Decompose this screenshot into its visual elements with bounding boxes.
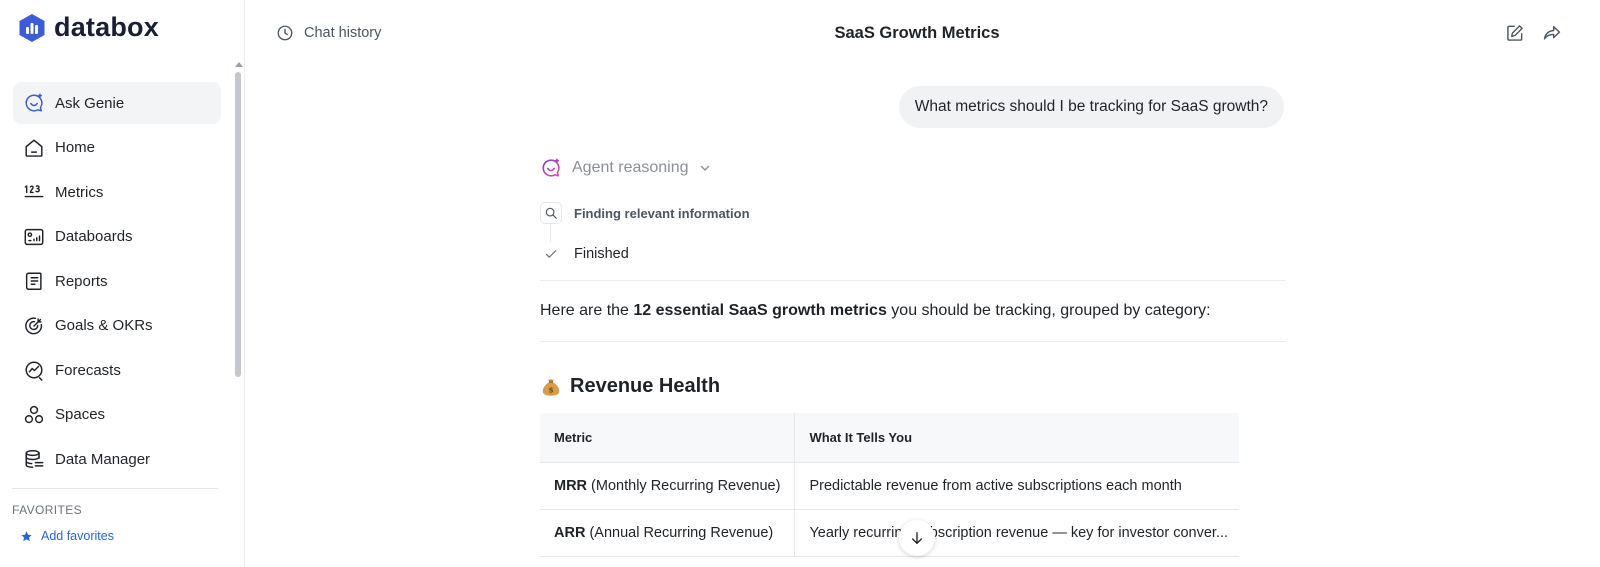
answer-intro: Here are the 12 essential SaaS growth me…	[540, 302, 1211, 320]
intro-bold: 12 essential SaaS growth metrics	[633, 302, 887, 319]
edit-icon	[1507, 25, 1523, 41]
new-chat-button[interactable]	[1505, 23, 1525, 43]
genie-gradient-icon	[542, 158, 560, 177]
table-row: MRR (Monthly Recurring Revenue) Predicta…	[540, 462, 1239, 510]
sidebar-item-label: Metrics	[55, 183, 104, 201]
sidebar-scrollbar[interactable]	[233, 62, 243, 567]
metrics-table: Metric What It Tells You MRR (Monthly Re…	[540, 413, 1239, 557]
reasoning-step-label: Finished	[574, 246, 629, 262]
sidebar-item-label: Spaces	[55, 406, 106, 423]
table-row: ARR (Annual Recurring Revenue) Yearly re…	[540, 509, 1239, 557]
check-icon	[540, 243, 562, 265]
metric-fullname: (Monthly Recurring Revenue)	[587, 477, 781, 494]
reasoning-step-connector	[550, 224, 551, 242]
svg-text:$: $	[548, 385, 553, 394]
sidebar-item-label: Forecasts	[55, 361, 121, 379]
chat-history-label: Chat history	[304, 25, 382, 41]
databox-logo[interactable]: databox	[18, 12, 159, 43]
sidebar-item-data-manager[interactable]: Data Manager	[13, 438, 221, 480]
sidebar-item-ask-genie[interactable]: Ask Genie	[13, 82, 221, 124]
scroll-up-arrow-icon[interactable]	[235, 62, 243, 67]
agent-reasoning-toggle[interactable]: Agent reasoning	[540, 157, 711, 179]
intro-text: you should be tracking, grouped by categ…	[886, 302, 1211, 319]
sidebar: databox Ask Genie Home Metrics Databoard…	[0, 0, 245, 567]
section-heading: $ Revenue Health	[540, 375, 720, 398]
metric-cell: MRR (Monthly Recurring Revenue)	[540, 462, 796, 510]
metric-cell: ARR (Annual Recurring Revenue)	[540, 509, 796, 557]
spaces-icon	[23, 404, 45, 426]
column-header-description: What It Tells You	[794, 413, 1239, 463]
sidebar-item-label: Databoards	[55, 228, 133, 245]
reasoning-step-finding: Finding relevant information	[540, 202, 750, 224]
content-divider	[540, 341, 1286, 342]
metric-abbrev: ARR	[554, 524, 586, 541]
chat-history-button[interactable]: Chat history	[276, 24, 381, 42]
database-icon	[23, 448, 45, 470]
clock-icon	[277, 25, 293, 41]
metric-fullname: (Annual Recurring Revenue)	[585, 524, 774, 541]
sidebar-item-reports[interactable]: Reports	[13, 260, 221, 302]
reasoning-step-finished: Finished	[540, 243, 629, 265]
column-header-metric: Metric	[540, 413, 796, 463]
reports-icon	[23, 270, 45, 292]
search-icon	[540, 202, 562, 224]
reasoning-step-label: Finding relevant information	[574, 205, 750, 221]
share-button[interactable]	[1542, 23, 1562, 43]
chevron-down-icon	[700, 165, 709, 171]
user-message-bubble: What metrics should I be tracking for Sa…	[898, 86, 1284, 128]
sidebar-item-goals-okrs[interactable]: Goals & OKRs	[13, 305, 221, 347]
add-favorites-link[interactable]: Add favorites	[20, 529, 114, 543]
sidebar-divider	[12, 488, 218, 489]
favorites-title: FAVORITES	[12, 503, 83, 517]
sidebar-item-metrics[interactable]: Metrics	[13, 171, 221, 213]
databoards-icon	[23, 226, 45, 248]
scroll-to-bottom-button[interactable]	[899, 520, 935, 556]
agent-reasoning-label: Agent reasoning	[572, 159, 689, 176]
forecast-icon	[23, 359, 45, 381]
description-cell: Yearly recurring subscription revenue — …	[794, 509, 1239, 557]
target-icon	[23, 315, 45, 337]
databox-logo-icon	[19, 13, 45, 42]
star-icon	[21, 530, 32, 541]
sidebar-item-forecasts[interactable]: Forecasts	[13, 349, 221, 391]
home-icon	[23, 137, 45, 159]
sidebar-nav: Ask Genie Home Metrics Databoards Report…	[13, 82, 221, 483]
arrow-down-icon	[912, 532, 922, 544]
sidebar-item-label: Data Manager	[55, 450, 151, 468]
table-header-row: Metric What It Tells You	[540, 413, 1239, 463]
scrollbar-thumb[interactable]	[235, 72, 241, 377]
share-icon	[1543, 26, 1561, 40]
money-bag-icon: $	[542, 378, 560, 396]
brand-name: databox	[54, 12, 159, 42]
sidebar-item-home[interactable]: Home	[13, 127, 221, 169]
metric-abbrev: MRR	[554, 477, 588, 494]
sidebar-item-label: Goals & OKRs	[55, 317, 153, 334]
metrics-123-icon	[23, 181, 45, 203]
add-favorites-label: Add favorites	[41, 529, 114, 543]
intro-text: Here are the	[540, 302, 634, 319]
sidebar-item-label: Home	[55, 139, 96, 156]
sidebar-item-spaces[interactable]: Spaces	[13, 394, 221, 436]
sidebar-item-databoards[interactable]: Databoards	[13, 216, 221, 258]
content-divider	[540, 280, 1286, 281]
description-cell: Predictable revenue from active subscrip…	[794, 462, 1239, 510]
sidebar-item-label: Ask Genie	[55, 94, 125, 112]
sidebar-item-label: Reports	[55, 272, 108, 290]
section-title: Revenue Health	[570, 375, 721, 397]
genie-icon	[23, 92, 45, 114]
